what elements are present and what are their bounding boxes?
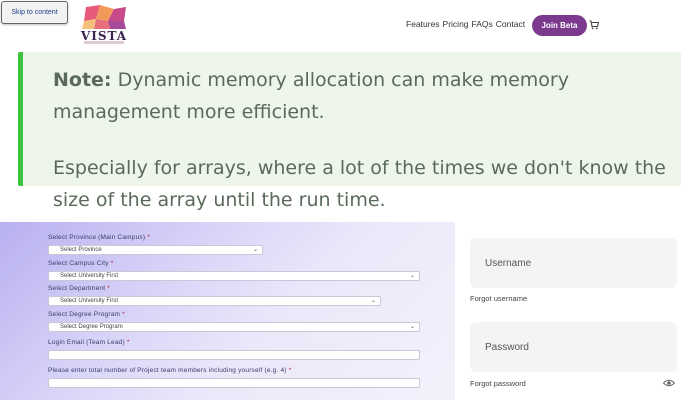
vista-logo[interactable]: VISTA <box>80 5 128 45</box>
campus-city-label: Select Campus City * <box>48 260 114 267</box>
login-panel: Username Forgot username Password Forgot… <box>455 222 700 400</box>
campus-city-select[interactable]: Select University First ⌄ <box>48 271 420 281</box>
forgot-password-link[interactable]: Forgot password <box>470 379 526 388</box>
logo-tagline <box>84 41 124 44</box>
nav-faqs[interactable]: FAQs <box>472 19 493 29</box>
team-members-label: Please enter total number of Project tea… <box>48 367 292 374</box>
logo-mark-icon <box>82 5 126 29</box>
note-paragraph-1: Note: Dynamic memory allocation can make… <box>53 64 673 128</box>
nav-features[interactable]: Features <box>406 19 440 29</box>
province-label: Select Province (Main Campus) * <box>48 234 150 241</box>
forgot-username-link[interactable]: Forgot username <box>470 294 527 303</box>
chevron-down-icon: ⌄ <box>409 324 415 330</box>
registration-form: Select Province (Main Campus) * Select P… <box>0 222 455 400</box>
chevron-down-icon: ⌄ <box>252 247 258 253</box>
province-select[interactable]: Select Province ⌄ <box>48 245 263 255</box>
cart-icon[interactable] <box>589 20 599 30</box>
chevron-down-icon: ⌄ <box>370 298 376 304</box>
degree-program-select[interactable]: Select Degree Program ⌄ <box>48 322 420 332</box>
team-members-input[interactable] <box>48 378 420 388</box>
nav-contact[interactable]: Contact <box>496 19 525 29</box>
nav-pricing[interactable]: Pricing <box>443 19 469 29</box>
join-beta-button[interactable]: Join Beta <box>532 15 587 36</box>
username-input[interactable]: Username <box>470 238 677 288</box>
password-input[interactable]: Password <box>470 322 677 372</box>
login-email-label: Login Email (Team Lead) * <box>48 339 130 346</box>
department-label: Select Department * <box>48 285 110 292</box>
note-label: Note: <box>53 69 112 91</box>
show-password-eye-icon[interactable] <box>663 378 675 388</box>
chevron-down-icon: ⌄ <box>409 273 415 279</box>
main-nav: Features Pricing FAQs Contact <box>406 19 525 29</box>
note-text-1: Dynamic memory allocation can make memor… <box>53 69 569 123</box>
department-select[interactable]: Select University First ⌄ <box>48 296 381 306</box>
note-paragraph-2: Especially for arrays, where a lot of th… <box>53 157 666 211</box>
skip-to-content-link[interactable]: Skip to content <box>1 1 68 24</box>
site-header: Skip to content VISTA Features Pricing F… <box>0 0 700 46</box>
degree-program-label: Select Degree Program * <box>48 311 125 318</box>
note-callout: Note: Dynamic memory allocation can make… <box>18 52 681 211</box>
login-email-input[interactable] <box>48 350 420 360</box>
